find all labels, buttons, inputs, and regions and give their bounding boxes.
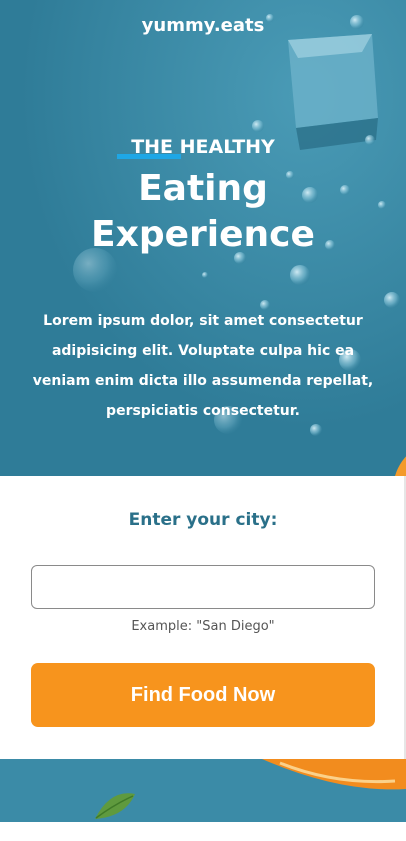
headline-line-2: Experience [91, 214, 315, 255]
find-food-button[interactable]: Find Food Now [31, 663, 375, 727]
brand-logo[interactable]: yummy.eats [0, 15, 406, 36]
hero-section: yummy.eats THE HEALTHY Eating Experience… [0, 0, 406, 476]
city-input-label: Enter your city: [128, 510, 278, 530]
hero-kicker: THE HEALTHY [131, 136, 275, 158]
hero-headline: Eating Experience [0, 166, 406, 258]
ice-cube-image [288, 34, 378, 150]
city-input[interactable] [31, 565, 375, 609]
page-bottom-margin [0, 822, 406, 841]
hero-description: Lorem ipsum dolor, sit amet consectetur … [32, 313, 374, 419]
footer-image-strip [0, 759, 406, 822]
city-example-hint: Example: "San Diego" [131, 619, 275, 634]
headline-line-1: Eating [138, 168, 268, 209]
city-search-form: Enter your city: Example: "San Diego" Fi… [0, 476, 406, 759]
footer-background-image [0, 759, 406, 822]
